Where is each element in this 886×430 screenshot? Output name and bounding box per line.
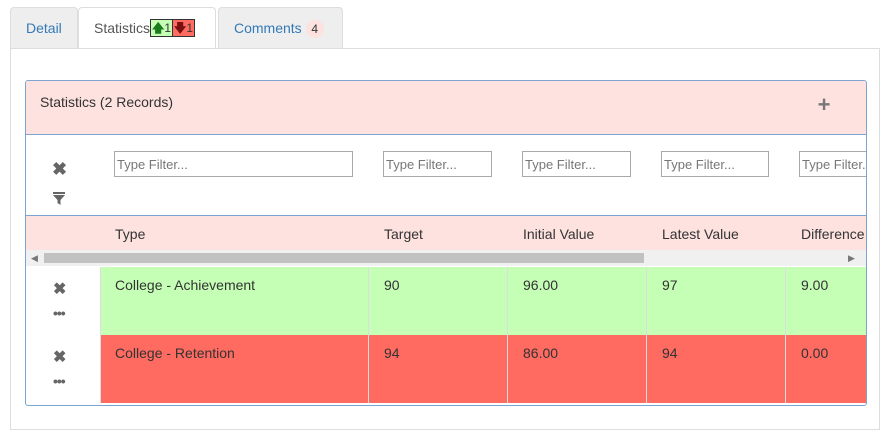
cell-difference: 0.00 xyxy=(801,345,829,361)
arrow-up-icon: 🡅 xyxy=(152,20,165,35)
row-actions: ✖ ••• xyxy=(26,267,101,335)
cell-type: College - Retention xyxy=(100,335,369,403)
scrollbar-thumb[interactable] xyxy=(44,253,644,263)
clear-filters-icon[interactable]: ✖ xyxy=(52,159,67,180)
cell-latest-value: 97 xyxy=(647,267,786,335)
tab-comments-label: Comments xyxy=(234,20,302,36)
horizontal-scrollbar[interactable]: ◀ ▶ xyxy=(26,250,866,266)
cell-type: College - Achievement xyxy=(100,267,369,335)
filter-row: ✖ xyxy=(26,135,866,215)
tab-detail-label: Detail xyxy=(26,20,62,36)
cell-initial-value: 96.00 xyxy=(508,267,647,335)
statistics-panel: Statistics (2 Records) + ✖ Type Target I… xyxy=(25,80,867,406)
column-header-latest-value[interactable]: Latest Value xyxy=(662,226,739,242)
column-header-difference[interactable]: Difference xyxy=(801,226,865,242)
difference-filter-input[interactable] xyxy=(799,151,866,177)
column-header-target[interactable]: Target xyxy=(384,226,423,242)
latest-value-filter-input[interactable] xyxy=(661,151,769,177)
cell-target: 90 xyxy=(369,267,508,335)
scroll-right-arrow-icon[interactable]: ▶ xyxy=(848,253,855,264)
cell-target: 94 xyxy=(369,335,508,403)
tab-statistics-label: Statistics xyxy=(94,20,151,36)
comments-count-badge: 4 xyxy=(305,20,324,38)
type-filter-input[interactable] xyxy=(114,151,353,177)
down-count: 1 xyxy=(186,20,194,35)
more-options-icon[interactable]: ••• xyxy=(53,373,66,389)
arrow-down-icon: 🡇 xyxy=(174,20,187,35)
filter-funnel-icon[interactable] xyxy=(53,192,65,206)
delete-row-icon[interactable]: ✖ xyxy=(53,347,66,367)
up-count-badge: 🡅1 xyxy=(150,18,174,37)
tab-statistics[interactable]: Statistics 🡅1 🡇1 xyxy=(78,7,216,49)
up-count: 1 xyxy=(164,20,172,35)
initial-value-filter-input[interactable] xyxy=(522,151,631,177)
cell-difference: 9.00 xyxy=(801,277,829,293)
target-filter-input[interactable] xyxy=(383,151,492,177)
scroll-left-arrow-icon[interactable]: ◀ xyxy=(31,253,38,264)
plus-icon[interactable]: + xyxy=(816,94,832,116)
column-header-row: Type Target Initial Value Latest Value D… xyxy=(26,215,866,251)
tab-comments[interactable]: Comments 4 xyxy=(218,7,343,48)
table-row[interactable]: ✖ ••• College - Achievement 90 96.00 97 … xyxy=(26,267,866,335)
cell-latest-value: 94 xyxy=(647,335,786,403)
panel-header: Statistics (2 Records) + xyxy=(26,81,866,135)
table-row[interactable]: ✖ ••• College - Retention 94 86.00 94 0.… xyxy=(26,335,866,403)
column-header-initial-value[interactable]: Initial Value xyxy=(523,226,594,242)
more-options-icon[interactable]: ••• xyxy=(53,305,66,321)
column-header-type[interactable]: Type xyxy=(115,226,145,242)
delete-row-icon[interactable]: ✖ xyxy=(53,279,66,299)
cell-initial-value: 86.00 xyxy=(508,335,647,403)
tab-detail[interactable]: Detail xyxy=(10,7,78,48)
row-actions: ✖ ••• xyxy=(26,335,101,403)
panel-title: Statistics (2 Records) xyxy=(40,94,174,110)
down-count-badge: 🡇1 xyxy=(172,18,196,37)
